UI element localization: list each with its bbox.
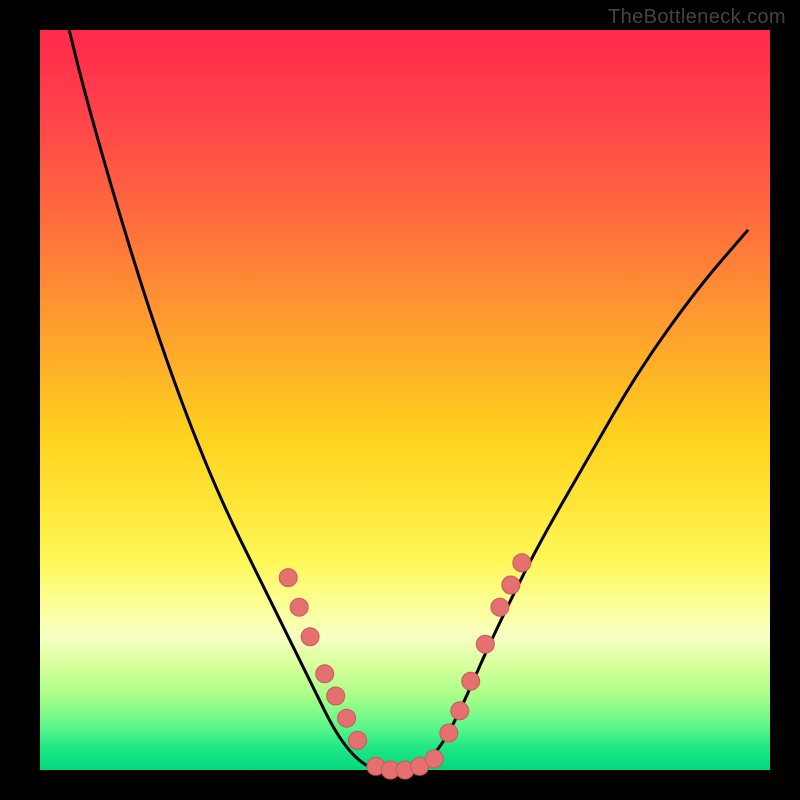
curve-layer bbox=[69, 30, 748, 770]
marker-dot bbox=[502, 576, 520, 594]
marker-dot bbox=[279, 569, 297, 587]
chart-svg bbox=[40, 30, 770, 770]
marker-dot bbox=[462, 672, 480, 690]
marker-dot bbox=[425, 750, 443, 768]
marker-dot bbox=[327, 687, 345, 705]
marker-dot bbox=[301, 628, 319, 646]
outer-frame: TheBottleneck.com bbox=[0, 0, 800, 800]
marker-dot bbox=[491, 598, 509, 616]
marker-dot bbox=[316, 665, 334, 683]
bottleneck-curve bbox=[69, 30, 748, 770]
marker-dot bbox=[513, 554, 531, 572]
marker-dot bbox=[476, 635, 494, 653]
marker-dot bbox=[451, 702, 469, 720]
watermark-text: TheBottleneck.com bbox=[608, 6, 786, 29]
marker-dot bbox=[349, 731, 367, 749]
marker-dot bbox=[290, 598, 308, 616]
marker-dot bbox=[440, 724, 458, 742]
plot-area bbox=[40, 30, 770, 770]
markers-layer bbox=[279, 554, 531, 779]
marker-dot bbox=[338, 709, 356, 727]
